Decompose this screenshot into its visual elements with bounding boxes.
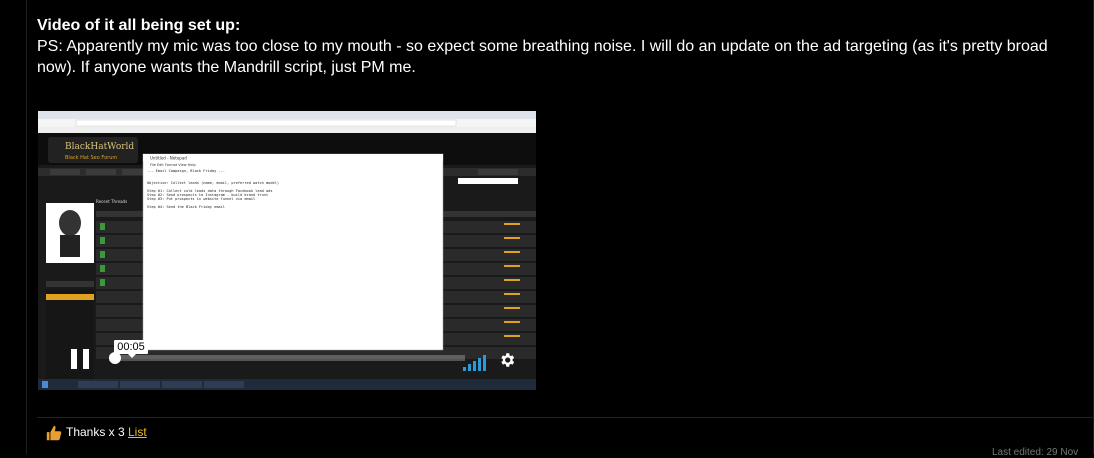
- gear-icon[interactable]: [498, 351, 516, 369]
- video-progress-handle[interactable]: [109, 352, 121, 364]
- pause-icon[interactable]: [69, 349, 91, 369]
- forum-tagline: Black Hat Seo Forum: [65, 155, 117, 161]
- thumbs-up-icon: [46, 425, 62, 441]
- current-time-tooltip: 00:05: [114, 340, 148, 358]
- reactions-bar: Thanks x 3 List: [37, 417, 1093, 446]
- video-frame: BlackHatWorld Black Hat Seo Forum Recent…: [38, 111, 536, 390]
- post-body: PS: Apparently my mic was too close to m…: [37, 38, 1048, 76]
- notepad-line: Step #3: Put prospects in website funnel…: [147, 197, 255, 201]
- forum-logo: BlackHatWorld: [65, 142, 134, 152]
- forum-section-title: Recent Threads: [96, 199, 127, 204]
- notepad-line: --- Email Campaign, Black Friday ---: [147, 169, 225, 173]
- notepad-menu: File Edit Format View Help: [150, 163, 196, 167]
- thanks-list-link[interactable]: List: [128, 425, 147, 439]
- post-title: Video of it all being set up:: [37, 17, 241, 34]
- volume-icon[interactable]: [463, 355, 487, 371]
- notepad-line: Objective: Collect leads (name, email, p…: [147, 181, 279, 185]
- video-progress-bar[interactable]: [109, 352, 465, 364]
- notepad-title: Untitled - Notepad: [150, 156, 187, 161]
- last-edited-text: Last edited: 29 Nov: [992, 447, 1079, 458]
- video-player[interactable]: BlackHatWorld Black Hat Seo Forum Recent…: [38, 111, 536, 390]
- thanks-count: Thanks x 3: [66, 425, 125, 439]
- post-content: Video of it all being set up: PS: Appare…: [37, 15, 1087, 78]
- notepad-line: Step #4: Send the Black Friday email: [147, 205, 225, 209]
- left-divider: [26, 0, 27, 454]
